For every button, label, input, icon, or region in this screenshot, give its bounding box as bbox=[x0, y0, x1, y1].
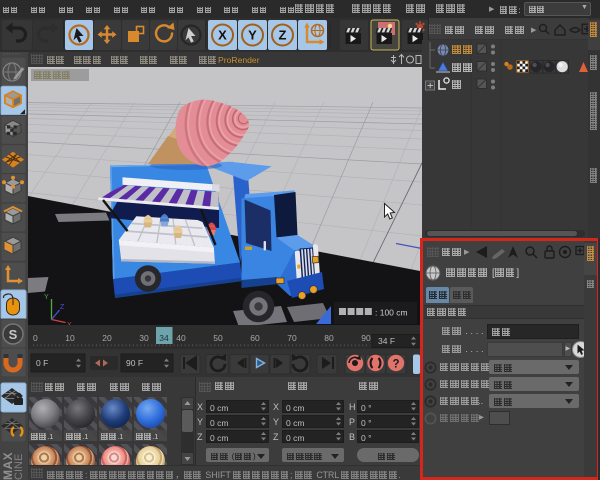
svg-text:Y: Y bbox=[44, 294, 49, 301]
svg-text:90 F: 90 F bbox=[126, 358, 143, 368]
svg-text:60: 60 bbox=[250, 333, 260, 343]
svg-text:34: 34 bbox=[159, 333, 169, 343]
svg-text:20: 20 bbox=[102, 333, 112, 343]
svg-text:Z: Z bbox=[60, 304, 65, 311]
svg-text:90: 90 bbox=[361, 333, 371, 343]
svg-text:40: 40 bbox=[176, 333, 186, 343]
svg-text:0: 0 bbox=[33, 333, 38, 343]
svg-text:S: S bbox=[9, 327, 18, 342]
svg-text:: 100 cm: : 100 cm bbox=[375, 308, 408, 318]
svg-text:X: X bbox=[218, 28, 227, 43]
svg-text:0 F: 0 F bbox=[36, 358, 48, 368]
svg-text:10: 10 bbox=[65, 333, 75, 343]
svg-text:Y: Y bbox=[248, 28, 257, 43]
svg-text:34 F: 34 F bbox=[378, 336, 395, 346]
svg-text:Z: Z bbox=[279, 28, 287, 43]
svg-text:?: ? bbox=[392, 359, 399, 371]
svg-text:50: 50 bbox=[213, 333, 223, 343]
svg-text:70: 70 bbox=[287, 333, 297, 343]
svg-text:80: 80 bbox=[324, 333, 334, 343]
svg-text:30: 30 bbox=[139, 333, 149, 343]
